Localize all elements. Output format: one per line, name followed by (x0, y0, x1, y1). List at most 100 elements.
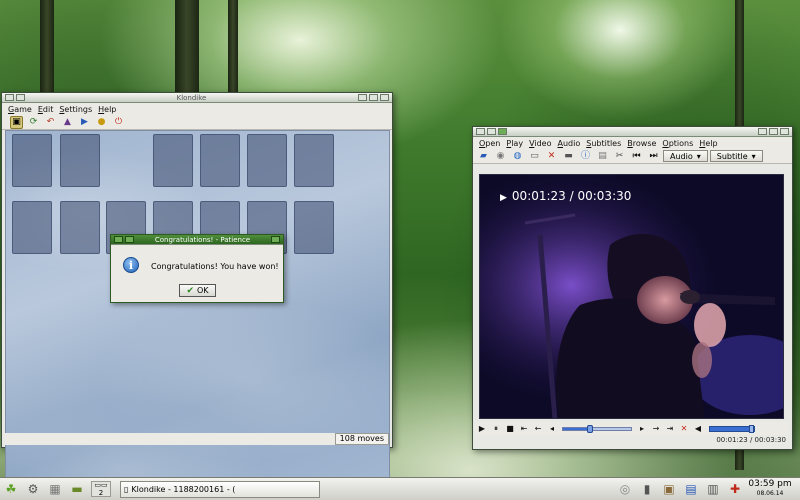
menu-play[interactable]: Play (503, 139, 526, 148)
chevron-down-icon: ▾ (696, 151, 701, 161)
maximize-button[interactable] (769, 128, 778, 135)
play-icon: ▶ (500, 193, 507, 203)
seek-bar[interactable] (562, 424, 632, 433)
forward-long-button[interactable]: ⇥ (663, 423, 677, 435)
pause-button[interactable]: ⏸ (489, 423, 503, 435)
package-icon[interactable]: ▣ (661, 481, 677, 497)
tools-icon[interactable]: ⚙ (25, 481, 41, 497)
info-icon[interactable]: ⓘ (579, 150, 592, 163)
menu-subtitles[interactable]: Subtitles (583, 139, 624, 148)
tableau-pile[interactable] (60, 201, 100, 254)
open-disc-icon[interactable]: ◉ (494, 150, 507, 163)
start-menu-icon[interactable]: ☘ (3, 481, 19, 497)
menu-help[interactable]: Help (696, 139, 720, 148)
minimize-button[interactable] (358, 94, 367, 101)
menu-video[interactable]: Video (526, 139, 554, 148)
player-titlebar[interactable] (473, 127, 792, 137)
pager-grid-icon: ▭▭ (94, 481, 108, 489)
next-icon[interactable]: ⏭ (647, 150, 660, 163)
window-menu-button[interactable] (476, 128, 485, 135)
alert-icon[interactable]: ✚ (727, 481, 743, 497)
menu-game[interactable]: Game (5, 105, 35, 114)
dialog-titlebar[interactable]: Congratulations! - Patience (111, 235, 283, 245)
sticky-button[interactable] (16, 94, 25, 101)
maximize-button[interactable] (369, 94, 378, 101)
forward-button[interactable]: → (649, 423, 663, 435)
files-icon[interactable]: ▦ (47, 481, 63, 497)
window-title: Klondike (176, 93, 207, 102)
screenshot-icon[interactable]: ▭ (528, 150, 541, 163)
dialog-title: Congratulations! - Patience (154, 235, 251, 244)
close-button[interactable] (271, 236, 280, 243)
foundation-pile[interactable] (247, 134, 287, 187)
foundation-pile[interactable] (294, 134, 334, 187)
chevron-down-icon: ▾ (751, 151, 756, 161)
subtitle-dropdown[interactable]: Subtitle ▾ (709, 150, 763, 162)
waste-pile[interactable] (60, 134, 100, 187)
sticky-button[interactable] (125, 236, 134, 243)
folder-icon[interactable]: ▬ (69, 481, 85, 497)
player-toolbar: ▰ ◉ ◍ ▭ ✕ ▬ ⓘ ▤ ✂ ⏮ ⏭ Audio ▾ Subtitle ▾ (473, 149, 792, 164)
clock-date: 08.06.14 (756, 490, 784, 497)
stock-pile[interactable] (12, 134, 52, 187)
forward-short-button[interactable]: ▸ (635, 423, 649, 435)
foundation-pile[interactable] (153, 134, 193, 187)
demo-icon[interactable]: ● (95, 116, 108, 129)
time-display: 00:01:23 / 00:03:30 (716, 436, 786, 444)
audio-dropdown[interactable]: Audio ▾ (663, 150, 708, 162)
close-button[interactable] (380, 94, 389, 101)
klondike-titlebar[interactable]: Klondike (2, 93, 392, 103)
previous-icon[interactable]: ⏮ (630, 150, 643, 163)
menu-settings[interactable]: Settings (56, 105, 95, 114)
desktop-pager[interactable]: ▭▭ 2 (91, 481, 111, 497)
close-button[interactable] (780, 128, 789, 135)
playlist-icon[interactable]: ▤ (596, 150, 609, 163)
network-icon[interactable]: ▤ (683, 481, 699, 497)
minimize-button[interactable] (758, 128, 767, 135)
klondike-statusbar: 108 moves (4, 433, 389, 445)
clock[interactable]: 03:59 pm 08.06.14 (746, 480, 794, 498)
printer-icon[interactable]: ▥ (705, 481, 721, 497)
keep-above-button[interactable] (498, 128, 507, 135)
window-menu-button[interactable] (5, 94, 14, 101)
video-area[interactable]: ▶ 00:01:23 / 00:03:30 (479, 174, 784, 419)
menu-help[interactable]: Help (95, 105, 119, 114)
new-game-icon[interactable]: ▣ (10, 116, 23, 129)
ok-button[interactable]: ✔ OK (179, 284, 216, 297)
tableau-pile[interactable] (294, 201, 334, 254)
menu-audio[interactable]: Audio (554, 139, 583, 148)
clipboard-icon[interactable]: ▮ (639, 481, 655, 497)
menu-browse[interactable]: Browse (624, 139, 659, 148)
mute-button[interactable]: ◀ (691, 423, 705, 435)
menu-edit[interactable]: Edit (35, 105, 57, 114)
congratulations-dialog: Congratulations! - Patience i Congratula… (110, 234, 284, 303)
open-url-icon[interactable]: ◍ (511, 150, 524, 163)
fullscreen-icon[interactable]: ✕ (545, 150, 558, 163)
stop-button[interactable]: ■ (503, 423, 517, 435)
seek-handle[interactable] (586, 424, 593, 433)
undo-icon[interactable]: ↶ (44, 116, 57, 129)
preferences-icon[interactable]: ✂ (613, 150, 626, 163)
cd-icon[interactable]: ◎ (617, 481, 633, 497)
quit-icon[interactable]: ⏻ (112, 116, 125, 129)
rewind-short-button[interactable]: ◂ (545, 423, 559, 435)
rewind-long-button[interactable]: ⇤ (517, 423, 531, 435)
task-label: Klondike - 1188200161 - ( (131, 484, 236, 494)
fullscreen-toggle-icon[interactable]: ✕ (677, 423, 691, 435)
compact-mode-icon[interactable]: ▬ (562, 150, 575, 163)
window-menu-button[interactable] (114, 236, 123, 243)
tableau-pile[interactable] (12, 201, 52, 254)
menu-open[interactable]: Open (476, 139, 503, 148)
restart-icon[interactable]: ⟳ (27, 116, 40, 129)
open-file-icon[interactable]: ▰ (477, 150, 490, 163)
play-button[interactable]: ▶ (475, 423, 489, 435)
rewind-button[interactable]: ← (531, 423, 545, 435)
volume-handle[interactable] (748, 424, 754, 433)
hint-icon[interactable]: ▲ (61, 116, 74, 129)
sticky-button[interactable] (487, 128, 496, 135)
redeal-icon[interactable]: ▶ (78, 116, 91, 129)
menu-options[interactable]: Options (659, 139, 696, 148)
taskbar-task-klondike[interactable]: ▯ Klondike - 1188200161 - ( (120, 480, 320, 498)
foundation-pile[interactable] (200, 134, 240, 187)
volume-slider[interactable] (709, 424, 755, 433)
